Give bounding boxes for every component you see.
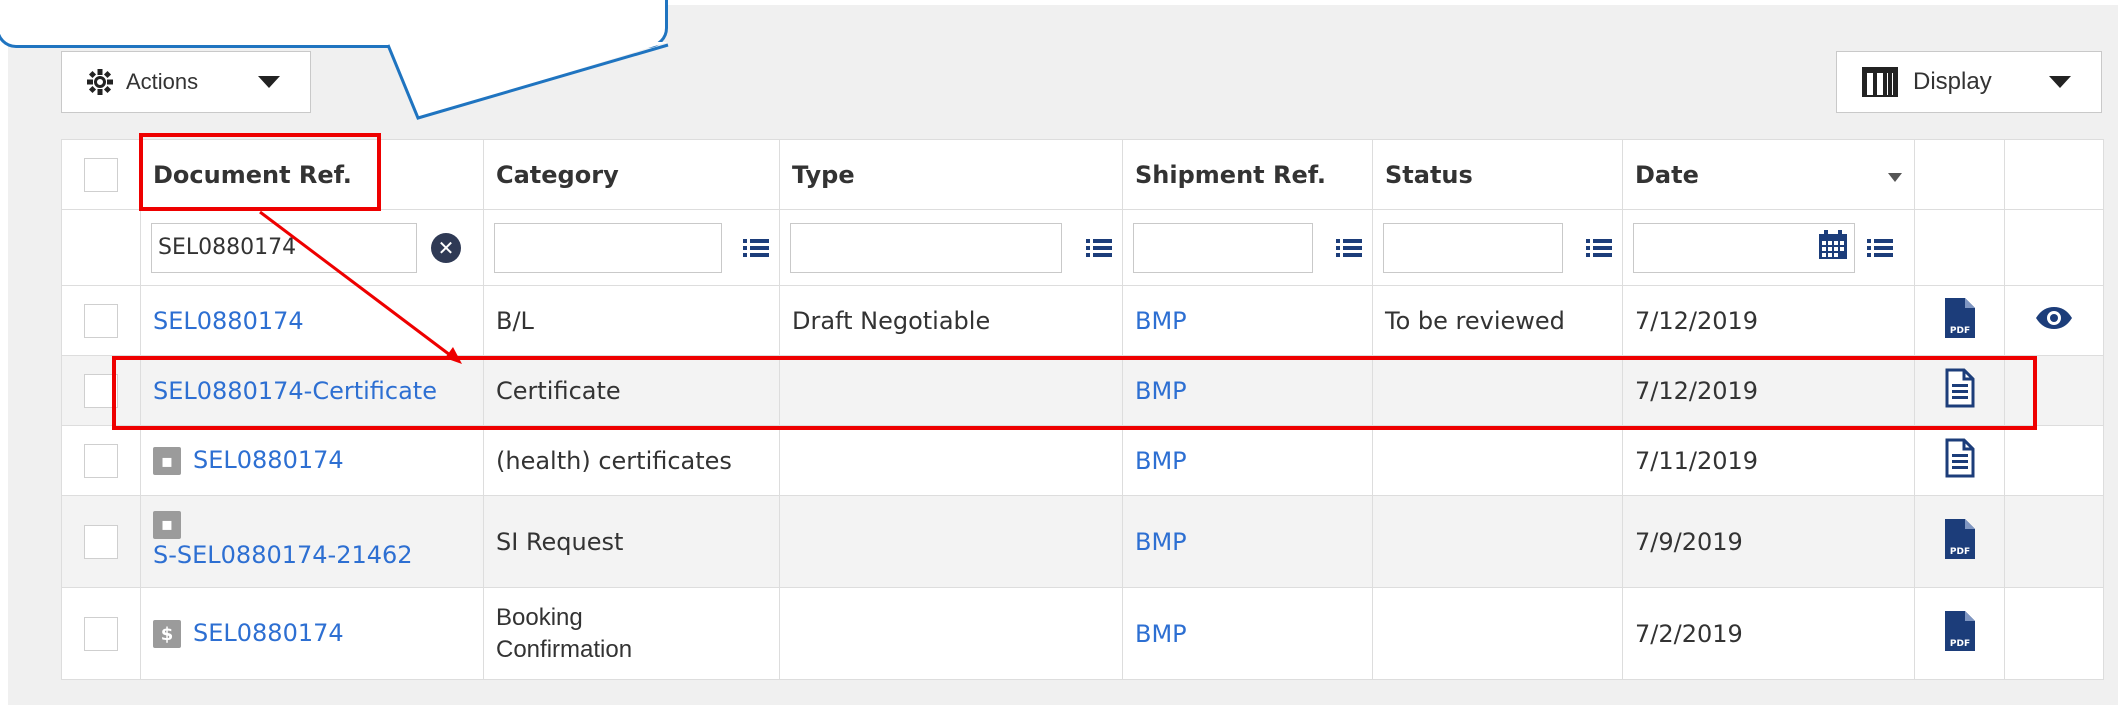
column-type[interactable]: Type xyxy=(779,139,1123,210)
dollar-badge-icon: $ xyxy=(153,620,181,648)
column-shipment-ref[interactable]: Shipment Ref. xyxy=(1122,139,1373,210)
column-file xyxy=(1914,139,2005,210)
columns-icon xyxy=(1861,66,1899,98)
svg-text:PDF: PDF xyxy=(1949,639,1969,649)
date-filter-input[interactable] xyxy=(1633,222,1855,273)
date-cell: 7/11/2019 xyxy=(1622,425,1915,496)
row-checkbox[interactable] xyxy=(84,616,118,651)
status-cell xyxy=(1372,355,1623,426)
documents-table: Document Ref. Category Type Shipment Ref… xyxy=(61,139,2104,680)
document-ref-link[interactable]: SEL0880174 xyxy=(193,619,344,647)
table-row[interactable]: ▪ SEL0880174 (health) certificates BMP 7/… xyxy=(61,425,2104,496)
callout-bubble xyxy=(0,0,668,48)
column-status[interactable]: Status xyxy=(1372,139,1623,210)
date-cell: 7/2/2019 xyxy=(1622,587,1915,680)
shipment-ref-link[interactable]: BMP xyxy=(1135,447,1187,475)
category-cell: B/L xyxy=(483,285,780,356)
row-checkbox[interactable] xyxy=(84,443,118,478)
shipment-ref-link[interactable]: BMP xyxy=(1135,620,1187,648)
status-cell: To be reviewed xyxy=(1372,285,1623,356)
table-row[interactable]: SEL0880174-Certificate Certificate BMP 7… xyxy=(61,355,2104,426)
status-cell xyxy=(1372,425,1623,496)
table-row[interactable]: $ SEL0880174 Booking Confirmation BMP 7/2… xyxy=(61,587,2104,680)
filter-list-icon[interactable] xyxy=(1336,238,1362,258)
pdf-icon[interactable]: PDF xyxy=(1943,610,1977,659)
calendar-icon[interactable] xyxy=(1818,229,1848,266)
row-checkbox[interactable] xyxy=(84,524,118,559)
lock-badge-icon: ▪ xyxy=(153,510,181,539)
filter-list-icon[interactable] xyxy=(743,238,769,258)
column-date[interactable]: Date xyxy=(1622,139,1915,210)
chevron-down-icon xyxy=(258,76,280,88)
category-cell: SI Request xyxy=(483,495,780,588)
svg-text:PDF: PDF xyxy=(1949,326,1969,336)
document-ref-link[interactable]: SEL0880174-Certificate xyxy=(153,377,437,405)
document-ref-link[interactable]: SEL0880174 xyxy=(153,307,304,335)
status-cell xyxy=(1372,495,1623,588)
pdf-icon[interactable]: PDF xyxy=(1943,518,1977,567)
table-row[interactable]: SEL0880174 B/L Draft Negotiable BMP To b… xyxy=(61,285,2104,356)
filter-list-icon[interactable] xyxy=(1586,238,1612,258)
column-preview xyxy=(2004,139,2104,210)
select-all-cell xyxy=(61,139,141,210)
row-checkbox[interactable] xyxy=(84,303,118,338)
type-cell xyxy=(779,587,1123,680)
status-filter-input[interactable] xyxy=(1383,222,1563,273)
svg-text:PDF: PDF xyxy=(1949,547,1969,557)
filter-row: ✕ xyxy=(61,209,2104,286)
shipment-ref-link[interactable]: BMP xyxy=(1135,307,1187,335)
column-document-ref[interactable]: Document Ref. xyxy=(140,139,484,210)
category-line: Confirmation xyxy=(496,635,633,663)
shipment-ref-link[interactable]: BMP xyxy=(1135,377,1187,405)
type-cell xyxy=(779,355,1123,426)
category-cell: Booking Confirmation xyxy=(483,587,780,680)
filter-list-icon[interactable] xyxy=(1867,238,1893,258)
header-row: Document Ref. Category Type Shipment Ref… xyxy=(61,139,2104,210)
column-category[interactable]: Category xyxy=(483,139,780,210)
lock-badge-icon: ▪ xyxy=(153,447,181,475)
document-ref-link[interactable]: S-SEL0880174-21462 xyxy=(153,541,413,569)
type-cell xyxy=(779,495,1123,588)
display-button[interactable]: Display xyxy=(1836,51,2102,113)
filter-list-icon[interactable] xyxy=(1086,238,1112,258)
pdf-icon[interactable]: PDF xyxy=(1943,297,1977,346)
category-line: Booking xyxy=(496,604,583,632)
eye-icon[interactable] xyxy=(2035,306,2073,336)
type-cell: Draft Negotiable xyxy=(779,285,1123,356)
display-label: Display xyxy=(1913,68,1992,95)
category-filter-input[interactable] xyxy=(494,222,722,273)
document-ref-link[interactable]: SEL0880174 xyxy=(193,446,344,474)
document-ref-filter-input[interactable] xyxy=(151,222,417,273)
clear-filter-icon[interactable]: ✕ xyxy=(431,232,461,263)
shipment-ref-filter-input[interactable] xyxy=(1133,222,1313,273)
select-all-checkbox[interactable] xyxy=(84,157,118,192)
column-date-label: Date xyxy=(1635,160,1699,189)
actions-button[interactable]: Actions xyxy=(61,51,311,113)
date-cell: 7/12/2019 xyxy=(1622,355,1915,426)
table-row[interactable]: ▪ S-SEL0880174-21462 SI Request BMP 7/9/… xyxy=(61,495,2104,588)
sort-desc-icon[interactable] xyxy=(1888,172,1902,182)
row-checkbox[interactable] xyxy=(84,373,118,408)
category-cell: (health) certificates xyxy=(483,425,780,496)
type-cell xyxy=(779,425,1123,496)
date-cell: 7/9/2019 xyxy=(1622,495,1915,588)
document-icon[interactable] xyxy=(1944,438,1976,485)
category-cell: Certificate xyxy=(483,355,780,426)
date-cell: 7/12/2019 xyxy=(1622,285,1915,356)
chevron-down-icon xyxy=(2049,76,2071,88)
status-cell xyxy=(1372,587,1623,680)
type-filter-input[interactable] xyxy=(790,222,1062,273)
actions-label: Actions xyxy=(126,69,199,94)
document-icon[interactable] xyxy=(1944,368,1976,415)
gear-icon xyxy=(86,68,114,96)
shipment-ref-link[interactable]: BMP xyxy=(1135,528,1187,556)
